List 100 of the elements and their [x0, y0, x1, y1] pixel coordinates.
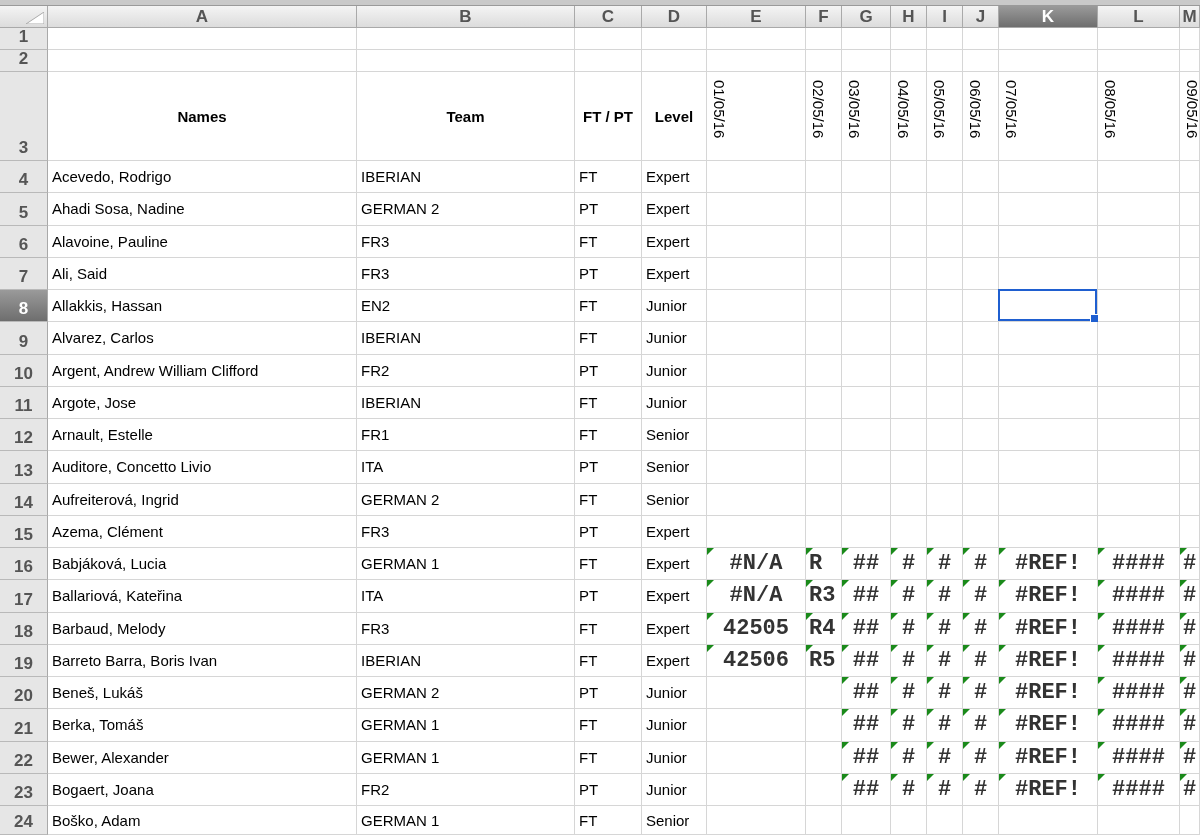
row-header[interactable]: 24	[0, 806, 48, 835]
table-cell	[963, 28, 999, 50]
fill-handle[interactable]	[1090, 314, 1099, 324]
table-cell: Argote, Jose	[48, 386, 357, 419]
table-cell	[1180, 193, 1200, 226]
table-cell	[927, 806, 963, 835]
table-cell: Acevedo, Rodrigo	[48, 161, 357, 194]
row-header[interactable]: 18	[0, 612, 48, 645]
selected-cell[interactable]	[998, 289, 1097, 322]
date-header: 02/05/16	[806, 72, 842, 161]
table-cell: Berka, Tomáš	[48, 709, 357, 742]
table-cell: Bewer, Alexander	[48, 741, 357, 774]
table-cell: Expert	[642, 193, 707, 226]
table-cell: #REF!	[999, 644, 1098, 677]
table-cell	[1180, 290, 1200, 323]
table-cell	[842, 515, 891, 548]
table-cell	[806, 161, 842, 194]
row-header[interactable]: 11	[0, 386, 48, 419]
table-cell: #	[963, 741, 999, 774]
table-cell: ####	[1098, 773, 1180, 806]
table-cell: IBERIAN	[357, 161, 575, 194]
column-header[interactable]: L	[1098, 6, 1180, 28]
header-cell: Names	[48, 72, 357, 161]
table-cell: ####	[1098, 580, 1180, 613]
table-cell: ##	[842, 773, 891, 806]
triangle-icon	[26, 12, 44, 24]
row-header[interactable]: 19	[0, 644, 48, 677]
table-cell: Boško, Adam	[48, 806, 357, 835]
row-header[interactable]: 22	[0, 741, 48, 774]
row-header[interactable]: 10	[0, 354, 48, 387]
table-cell	[806, 28, 842, 50]
table-cell	[927, 50, 963, 72]
column-header[interactable]: B	[357, 6, 575, 28]
row-header[interactable]: 5	[0, 193, 48, 226]
table-cell	[1180, 386, 1200, 419]
table-cell: #	[1180, 644, 1200, 677]
date-header: 08/05/16	[1098, 72, 1180, 161]
table-cell: GERMAN 2	[357, 483, 575, 516]
column-header[interactable]: E	[707, 6, 806, 28]
column-header[interactable]: J	[963, 6, 999, 28]
table-cell: Alavoine, Pauline	[48, 225, 357, 258]
column-header[interactable]: M	[1180, 6, 1200, 28]
table-cell: Azema, Clément	[48, 515, 357, 548]
row-header[interactable]: 13	[0, 451, 48, 484]
table-cell	[963, 806, 999, 835]
row-header[interactable]: 16	[0, 548, 48, 581]
column-header[interactable]: G	[842, 6, 891, 28]
table-cell	[842, 386, 891, 419]
table-cell: #	[1180, 580, 1200, 613]
column-header[interactable]: A	[48, 6, 357, 28]
table-cell: Aufreiterová, Ingrid	[48, 483, 357, 516]
table-cell	[1180, 483, 1200, 516]
column-header[interactable]: I	[927, 6, 963, 28]
row-header[interactable]: 1	[0, 28, 48, 50]
column-header[interactable]: D	[642, 6, 707, 28]
row-header[interactable]: 2	[0, 50, 48, 72]
row-header[interactable]: 9	[0, 322, 48, 355]
table-cell	[927, 451, 963, 484]
row-header[interactable]: 12	[0, 419, 48, 452]
table-cell: Junior	[642, 290, 707, 323]
table-cell: Alvarez, Carlos	[48, 322, 357, 355]
row-header[interactable]: 7	[0, 257, 48, 290]
table-cell	[842, 28, 891, 50]
table-cell: IBERIAN	[357, 386, 575, 419]
table-cell: Arnault, Estelle	[48, 419, 357, 452]
column-header[interactable]: F	[806, 6, 842, 28]
table-cell	[927, 290, 963, 323]
row-header[interactable]: 6	[0, 225, 48, 258]
row-header[interactable]: 3	[0, 72, 48, 161]
column-header[interactable]: H	[891, 6, 927, 28]
table-cell: #REF!	[999, 677, 1098, 710]
table-cell: R4	[806, 612, 842, 645]
table-cell: Junior	[642, 741, 707, 774]
row-header[interactable]: 20	[0, 677, 48, 710]
table-cell: #REF!	[999, 612, 1098, 645]
table-cell: GERMAN 1	[357, 548, 575, 581]
table-cell	[842, 193, 891, 226]
table-cell: Junior	[642, 677, 707, 710]
table-cell: 42506	[707, 644, 806, 677]
table-cell: #	[1180, 677, 1200, 710]
table-cell: #	[1180, 709, 1200, 742]
table-cell: #	[891, 612, 927, 645]
row-header[interactable]: 4	[0, 161, 48, 194]
row-header[interactable]: 23	[0, 773, 48, 806]
row-header[interactable]: 21	[0, 709, 48, 742]
table-cell: Junior	[642, 386, 707, 419]
column-header[interactable]: C	[575, 6, 642, 28]
column-header[interactable]: K	[999, 6, 1098, 28]
table-cell: FT	[575, 548, 642, 581]
table-cell	[806, 225, 842, 258]
row-header[interactable]: 15	[0, 515, 48, 548]
table-cell: Ballariová, Kateřina	[48, 580, 357, 613]
row-header[interactable]: 14	[0, 483, 48, 516]
row-header[interactable]: 8	[0, 290, 48, 323]
table-cell	[806, 386, 842, 419]
date-header: 09/05/16	[1180, 72, 1200, 161]
row-header[interactable]: 17	[0, 580, 48, 613]
table-cell: Ahadi Sosa, Nadine	[48, 193, 357, 226]
table-cell	[806, 451, 842, 484]
table-cell	[806, 354, 842, 387]
